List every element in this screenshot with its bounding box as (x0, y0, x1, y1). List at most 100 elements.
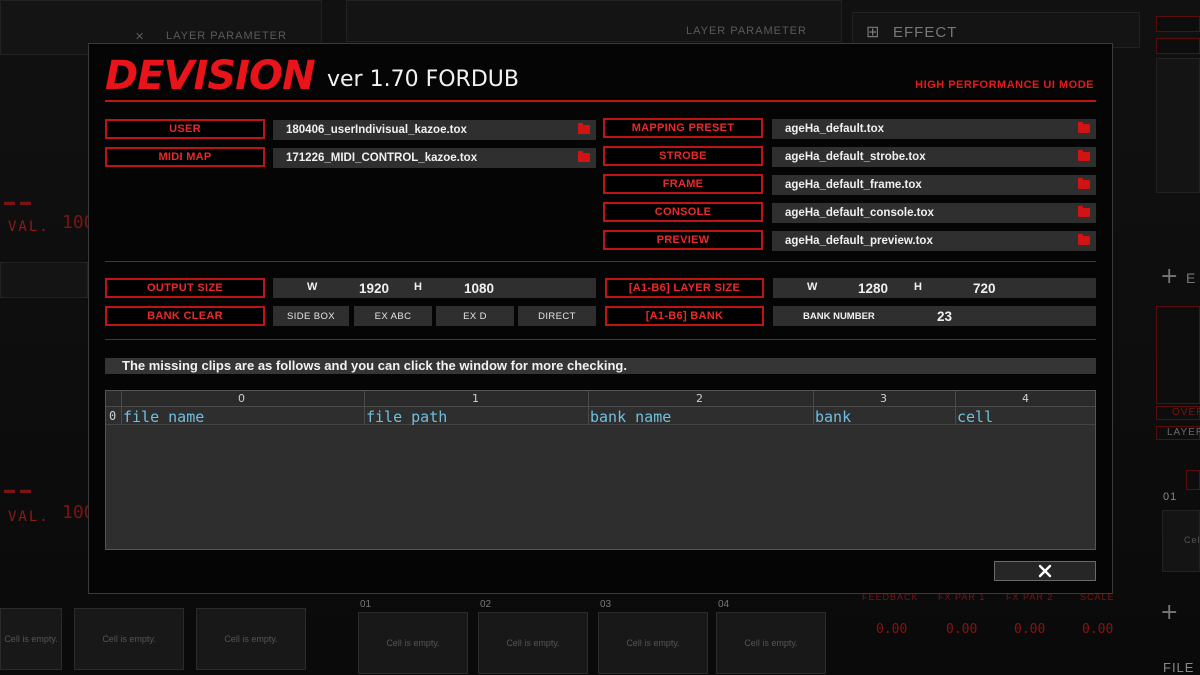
cell-bank: bank (815, 408, 852, 426)
ex-abc-clear-button[interactable]: EX ABC (354, 306, 432, 326)
bg-close-icon: ✕ (135, 31, 146, 43)
bg-left-cell-3: Cell is empty. (196, 608, 306, 670)
bg-red-box-second (1156, 38, 1200, 54)
folder-icon[interactable] (1078, 206, 1090, 217)
bg-layer-label: LAYER (1167, 427, 1200, 438)
bg-side-cell-text: Cell (1184, 535, 1200, 545)
user-file-value: 180406_userIndivisual_kazoe.tox (286, 124, 467, 136)
bg-effect-plus-icon: ⊞ (866, 24, 881, 41)
column-index-4: 4 (1022, 392, 1029, 405)
bg-fx-value-1: 0.00 (876, 622, 908, 637)
bg-cell-number-03: 03 (600, 599, 612, 610)
bg-clip-cell-4: Cell is empty. (716, 612, 826, 674)
bg-val-label-2: VAL. (8, 509, 50, 525)
layer-height-label: H (914, 281, 922, 293)
bg-cell-number-02: 02 (480, 599, 492, 610)
bg-fx-value-2: 0.00 (946, 622, 978, 637)
bg-layer-parameter-left: LAYER PARAMETER (166, 30, 287, 42)
column-index-0: 0 (238, 392, 245, 405)
folder-icon[interactable] (1078, 178, 1090, 189)
bank-number-field[interactable]: BANK NUMBER 23 (773, 306, 1096, 326)
section-divider-1 (105, 261, 1096, 262)
table-header: 0 1 2 3 4 (106, 391, 1095, 407)
column-index-1: 1 (472, 392, 479, 405)
bank-number-label: BANK NUMBER (803, 311, 875, 322)
bank-label: [A1-B6] BANK (605, 306, 764, 326)
close-icon (1038, 564, 1052, 578)
strobe-file-field[interactable]: ageHa_default_strobe.tox (772, 147, 1096, 167)
bg-red-marker-2: ▬ ▬ (4, 484, 33, 496)
bank-clear-label: BANK CLEAR (105, 306, 265, 326)
preview-file-value: ageHa_default_preview.tox (785, 235, 933, 247)
header-divider (105, 100, 1096, 102)
console-file-value: ageHa_default_console.tox (785, 207, 934, 219)
bg-left-cell-2: Cell is empty. (74, 608, 184, 670)
output-height-value[interactable]: 1080 (464, 281, 494, 296)
layer-size-label: [A1-B6] LAYER SIZE (605, 278, 764, 298)
missing-clips-message: The missing clips are as follows and you… (105, 358, 1096, 374)
table-row[interactable]: 0 file name file path bank name bank cel… (106, 408, 1095, 426)
layer-size-field[interactable]: W 1280 H 720 (773, 278, 1096, 298)
output-size-label: OUTPUT SIZE (105, 278, 265, 298)
bg-clip-cell-1: Cell is empty. (358, 612, 468, 674)
midi-map-file-field[interactable]: 171226_MIDI_CONTROL_kazoe.tox (273, 148, 596, 168)
ex-d-clear-button[interactable]: EX D (436, 306, 514, 326)
close-button[interactable] (994, 561, 1096, 581)
bg-red-side-box (1156, 306, 1200, 404)
bg-left-cell-1: Cell is empty. (0, 608, 62, 670)
bg-plus-icon-1: + (1160, 264, 1179, 289)
folder-icon[interactable] (578, 123, 590, 134)
folder-icon[interactable] (1078, 122, 1090, 133)
frame-file-field[interactable]: ageHa_default_frame.tox (772, 175, 1096, 195)
preview-label: PREVIEW (603, 230, 763, 250)
missing-clips-table[interactable]: 0 1 2 3 4 0 file name file path bank nam… (105, 390, 1096, 550)
output-width-label: W (307, 281, 318, 293)
layer-width-value[interactable]: 1280 (858, 281, 888, 296)
user-file-field[interactable]: 180406_userIndivisual_kazoe.tox (273, 120, 596, 140)
bg-side-cell-number: 01 (1163, 491, 1178, 503)
bg-cell-number-01: 01 (360, 599, 372, 610)
layer-height-value[interactable]: 720 (973, 281, 996, 296)
frame-label: FRAME (603, 174, 763, 194)
folder-icon[interactable] (578, 151, 590, 162)
column-index-2: 2 (696, 392, 703, 405)
user-label: USER (105, 119, 265, 139)
bg-right-preview (1156, 58, 1200, 193)
bg-val-label-1: VAL. (8, 219, 50, 235)
cell-cell: cell (957, 408, 994, 426)
cell-bank-name: bank name (590, 408, 672, 426)
version-label: ver 1.70 FORDUB (327, 67, 519, 92)
bg-fx-value-3: 0.00 (1014, 622, 1046, 637)
bg-layer-parameter-right: LAYER PARAMETER (686, 25, 807, 37)
preview-file-field[interactable]: ageHa_default_preview.tox (772, 231, 1096, 251)
strobe-file-value: ageHa_default_strobe.tox (785, 151, 926, 163)
cell-file-path: file path (366, 408, 448, 426)
side-box-clear-button[interactable]: SIDE BOX (273, 306, 349, 326)
bg-red-small-box (1186, 470, 1200, 490)
row-index: 0 (109, 409, 117, 423)
frame-file-value: ageHa_default_frame.tox (785, 179, 922, 191)
bg-fx-value-4: 0.00 (1082, 622, 1114, 637)
console-label: CONSOLE (603, 202, 763, 222)
bg-red-box-top (1156, 16, 1200, 32)
bg-effect-label: EFFECT (893, 24, 958, 41)
mapping-preset-label: MAPPING PRESET (603, 118, 763, 138)
bg-clip-cell-2: Cell is empty. (478, 612, 588, 674)
output-width-value[interactable]: 1920 (359, 281, 389, 296)
output-size-field[interactable]: W 1920 H 1080 (273, 278, 596, 298)
column-index-3: 3 (880, 392, 887, 405)
folder-icon[interactable] (1078, 234, 1090, 245)
mapping-preset-file-field[interactable]: ageHa_default.tox (772, 119, 1096, 139)
bg-cell-number-04: 04 (718, 599, 730, 610)
folder-icon[interactable] (1078, 150, 1090, 161)
bg-plus-icon-2: + (1160, 600, 1179, 625)
direct-clear-button[interactable]: DIRECT (518, 306, 596, 326)
bg-file-label: FILE (1163, 660, 1195, 675)
high-performance-mode-toggle[interactable]: HIGH PERFORMANCE UI MODE (915, 79, 1094, 91)
bg-panel-left-mid (0, 262, 88, 298)
section-divider-2 (105, 339, 1096, 340)
bg-red-marker-1: ▬ ▬ (4, 196, 33, 208)
console-file-field[interactable]: ageHa_default_console.tox (772, 203, 1096, 223)
bank-number-value[interactable]: 23 (937, 309, 952, 324)
midi-map-label: MIDI MAP (105, 147, 265, 167)
